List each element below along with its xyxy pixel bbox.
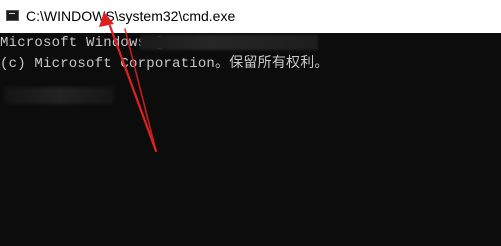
cmd-icon[interactable]: [6, 10, 19, 21]
console-area[interactable]: Microsoft Windows [ (c) Microsoft Corpor…: [0, 33, 501, 246]
redacted-prompt-text: [4, 87, 114, 104]
window-title: C:\WINDOWS\system32\cmd.exe: [26, 8, 236, 24]
console-line-copyright: (c) Microsoft Corporation。保留所有权利。: [0, 56, 329, 72]
console-line-version: Microsoft Windows [: [0, 35, 164, 51]
cmd-window: C:\WINDOWS\system32\cmd.exe Microsoft Wi…: [0, 0, 501, 246]
title-bar[interactable]: C:\WINDOWS\system32\cmd.exe: [0, 0, 501, 33]
redacted-version-text: [140, 35, 318, 50]
prompt-glyph: [9, 13, 15, 17]
